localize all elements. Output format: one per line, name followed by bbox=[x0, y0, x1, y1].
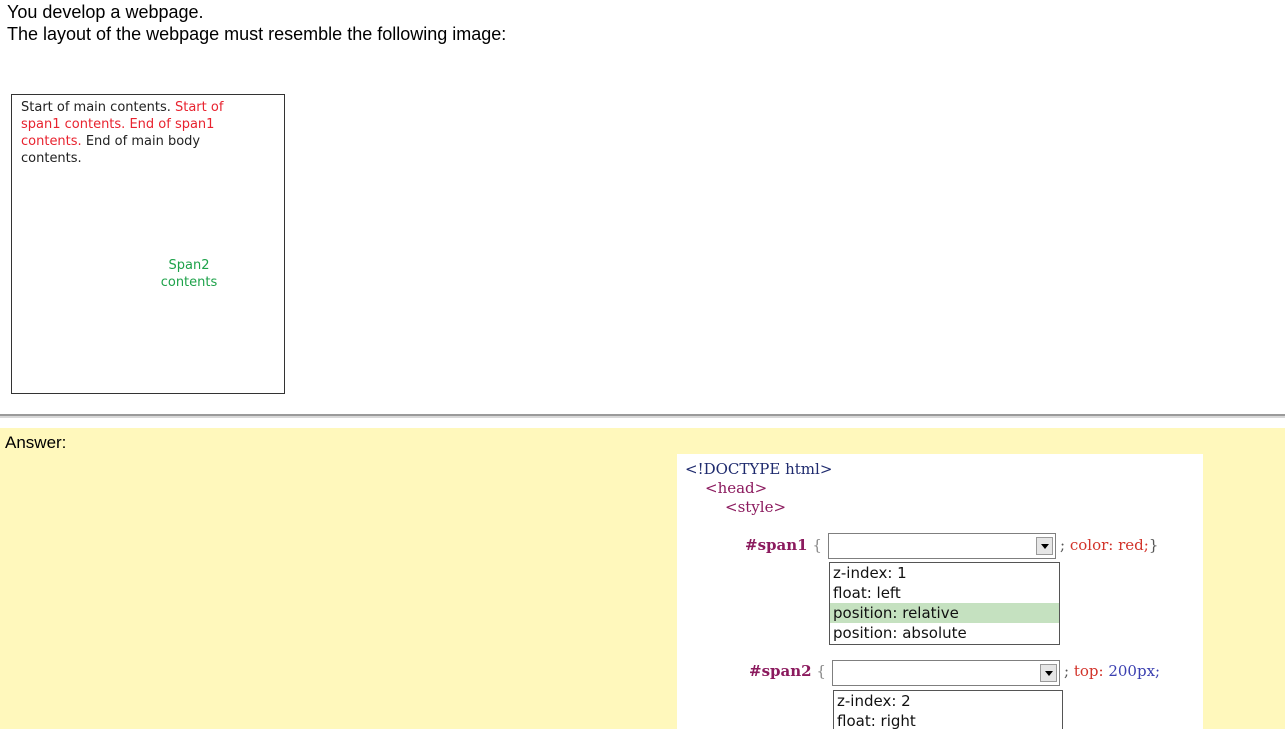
answer-area: Answer: <!DOCTYPE html> <head> <style> #… bbox=[0, 428, 1285, 729]
span2-contents-text: Span2 contents bbox=[160, 258, 218, 290]
span2-option-z-index[interactable]: z-index: 2 bbox=[834, 691, 1062, 711]
code-style-open: <style> bbox=[725, 498, 787, 516]
main-start-text: Start of main contents. bbox=[21, 100, 171, 115]
main-contents-text: Start of main contents. Start of span1 c… bbox=[21, 99, 251, 167]
span1-option-position-relative[interactable]: position: relative bbox=[830, 603, 1059, 623]
span1-option-z-index[interactable]: z-index: 1 bbox=[830, 563, 1059, 583]
code-rule-span1-selector: #span1 { bbox=[745, 536, 822, 554]
section-divider-shadow bbox=[0, 416, 1285, 418]
span1-options-list: z-index: 1 float: left position: relativ… bbox=[829, 562, 1060, 645]
span1-option-position-absolute[interactable]: position: absolute bbox=[830, 623, 1059, 643]
code-panel: <!DOCTYPE html> <head> <style> #span1 { … bbox=[677, 454, 1203, 729]
answer-label: Answer: bbox=[5, 433, 67, 452]
code-doctype: <!DOCTYPE html> bbox=[685, 460, 833, 478]
span2-property-select[interactable] bbox=[832, 660, 1060, 686]
code-head-open: <head> bbox=[705, 479, 768, 497]
chevron-down-icon[interactable] bbox=[1040, 664, 1057, 682]
span1-option-float-left[interactable]: float: left bbox=[830, 583, 1059, 603]
code-rule-span1-rest: ; color: red;} bbox=[1060, 536, 1159, 554]
question-line-1: You develop a webpage. bbox=[7, 2, 204, 22]
question-line-2: The layout of the webpage must resemble … bbox=[7, 24, 507, 44]
code-rule-span2-selector: #span2 { bbox=[749, 662, 826, 680]
code-rule-span2-rest: ; top: 200px; bbox=[1064, 662, 1161, 680]
chevron-down-icon[interactable] bbox=[1036, 537, 1053, 555]
span1-property-select[interactable] bbox=[828, 533, 1056, 559]
span2-option-float-right[interactable]: float: right bbox=[834, 711, 1062, 729]
layout-preview-image: Start of main contents. Start of span1 c… bbox=[11, 94, 285, 394]
span2-options-list: z-index: 2 float: right bbox=[833, 690, 1063, 729]
